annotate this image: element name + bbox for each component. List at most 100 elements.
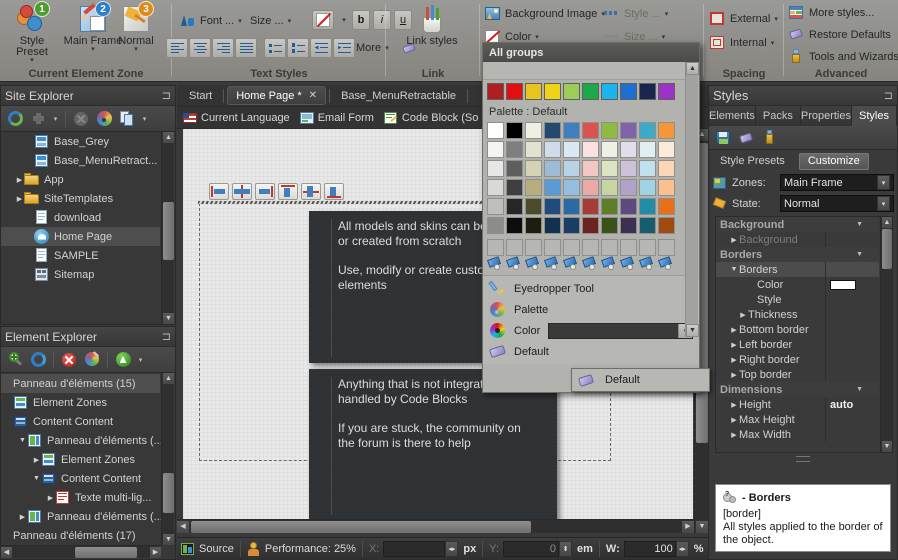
color-value-field[interactable]: ▾: [548, 323, 693, 339]
align-justify-button[interactable]: [235, 38, 257, 58]
dropdown-menu-item[interactable]: Palette▶: [483, 299, 699, 320]
style-property-row[interactable]: Color: [716, 277, 879, 292]
dropdown-vscrollbar[interactable]: ▲ ▼: [685, 62, 698, 337]
palette-color-swatch[interactable]: [487, 179, 504, 196]
font-selector[interactable]: Font ... ▾: [180, 12, 242, 30]
style-property-value[interactable]: [825, 307, 879, 322]
chevron-down-icon[interactable]: ▾: [136, 350, 145, 370]
style-paint-icon[interactable]: [759, 128, 779, 148]
palette-color-swatch[interactable]: [658, 198, 675, 215]
palette-color-swatch[interactable]: [563, 122, 580, 139]
expand-twisty-icon[interactable]: ▶: [15, 195, 24, 203]
pin-icon[interactable]: ⊐: [162, 89, 171, 102]
style-property-value[interactable]: [825, 352, 879, 367]
expand-twisty-icon[interactable]: ▶: [46, 494, 55, 502]
align-center-button[interactable]: [189, 38, 211, 58]
style-property-group[interactable]: Dimensions▼: [716, 382, 879, 397]
color-picker-slot-icon[interactable]: [601, 257, 618, 272]
group-color-swatch[interactable]: [582, 83, 599, 100]
palette-color-swatch[interactable]: [658, 179, 675, 196]
scroll-down-arrow[interactable]: ▼: [163, 534, 174, 545]
palette-color-swatch[interactable]: [620, 160, 637, 177]
anchor-left-icon[interactable]: [209, 183, 229, 200]
palette-color-swatch[interactable]: [620, 179, 637, 196]
scroll-thumb[interactable]: [882, 229, 892, 269]
chevron-down-icon[interactable]: ▾: [288, 17, 292, 25]
color-picker-slot-icon[interactable]: [506, 257, 523, 272]
style-properties-list[interactable]: Background▼▶BackgroundBorders▼▼BordersCo…: [715, 216, 893, 453]
w-stepper[interactable]: ◂▸: [676, 541, 689, 557]
site-explorer-item[interactable]: Home Page: [1, 227, 160, 246]
color-picker-slot-icon[interactable]: [620, 257, 637, 272]
border-color-swatch[interactable]: [830, 280, 856, 290]
style-property-row[interactable]: Style: [716, 292, 879, 307]
palette-color-swatch[interactable]: [563, 160, 580, 177]
site-explorer-item[interactable]: ▶SiteTemplates: [1, 189, 160, 208]
anchor-top-icon[interactable]: [278, 183, 298, 200]
style-preset-button[interactable]: 1 Style Preset ▾: [4, 2, 60, 64]
scroll-thumb[interactable]: [75, 547, 137, 558]
eraser-style-icon[interactable]: [736, 128, 756, 148]
group-color-swatch[interactable]: [544, 83, 561, 100]
palette-color-swatch[interactable]: [525, 141, 542, 158]
scroll-right-arrow[interactable]: ▶: [150, 547, 161, 558]
style-property-value[interactable]: [825, 412, 879, 427]
empty-color-slot[interactable]: [639, 239, 656, 256]
palette-icon[interactable]: [94, 109, 114, 129]
styles-panel-tab[interactable]: Packs: [756, 106, 801, 126]
default-option-tooltip[interactable]: Default: [571, 368, 710, 392]
style-property-row[interactable]: ▶Left border: [716, 337, 879, 352]
style-property-row[interactable]: ▼Borders: [716, 262, 879, 277]
y-coordinate-field[interactable]: Y: 0 ⬍ em: [489, 541, 593, 557]
group-color-swatch[interactable]: [525, 83, 542, 100]
palette-color-swatch[interactable]: [601, 179, 618, 196]
delete-page-icon[interactable]: [71, 109, 91, 129]
palette-color-swatch[interactable]: [544, 179, 561, 196]
external-spacing-button[interactable]: External ▾: [710, 10, 778, 28]
collapse-arrow-icon[interactable]: ▼: [856, 386, 863, 393]
palette-color-swatch[interactable]: [639, 141, 656, 158]
chevron-down-icon[interactable]: ▾: [774, 15, 778, 23]
chevron-down-icon[interactable]: ▾: [4, 58, 60, 64]
site-explorer-vscrollbar[interactable]: ▲ ▼: [161, 132, 174, 324]
empty-color-slot[interactable]: [658, 239, 675, 256]
element-explorer-item[interactable]: Panneau d'éléments (15): [1, 374, 160, 393]
chevron-down-icon[interactable]: ▾: [535, 33, 539, 41]
scroll-up-arrow[interactable]: ▲: [686, 62, 699, 75]
palette-color-swatch[interactable]: [620, 141, 637, 158]
document-tab[interactable]: Home Page *✕: [227, 86, 326, 105]
expand-twisty-icon[interactable]: ▼: [729, 266, 739, 273]
group-color-swatch[interactable]: [506, 83, 523, 100]
dropdown-menu-item[interactable]: Default: [483, 341, 699, 362]
palette-color-swatch[interactable]: [582, 160, 599, 177]
styles-panel-tab[interactable]: Styles: [852, 106, 897, 126]
background-image-button[interactable]: Background Image ▾: [485, 5, 605, 23]
style-property-row[interactable]: ▶Right border: [716, 352, 879, 367]
tools-wizards-button[interactable]: Tools and Wizards ▾: [789, 48, 898, 66]
document-tab[interactable]: Start: [181, 86, 220, 105]
style-property-value[interactable]: [825, 262, 879, 277]
color-picker-slot-icon[interactable]: [487, 257, 504, 272]
refresh-icon[interactable]: [5, 109, 25, 129]
site-explorer-tree[interactable]: Base_GreyBase_MenuRetract...▶App▶SiteTem…: [1, 132, 175, 324]
splitter-gripper[interactable]: [709, 453, 897, 464]
canvas-hscrollbar[interactable]: ◀ ▶: [177, 519, 694, 533]
palette-color-swatch[interactable]: [506, 179, 523, 196]
move-up-icon[interactable]: [113, 350, 133, 370]
element-shortcut[interactable]: Current Language: [183, 111, 290, 125]
text-color-dropdown[interactable]: ▾: [336, 10, 348, 30]
scroll-thumb[interactable]: [191, 521, 531, 533]
expand-twisty-icon[interactable]: ▶: [738, 311, 748, 319]
palette-color-swatch[interactable]: [563, 179, 580, 196]
color-picker-slot-icon[interactable]: [639, 257, 656, 272]
palette-color-swatch[interactable]: [582, 141, 599, 158]
palette-color-swatch[interactable]: [506, 122, 523, 139]
palette-color-swatch[interactable]: [506, 217, 523, 234]
palette-color-swatch[interactable]: [639, 179, 656, 196]
site-explorer-item[interactable]: Base_MenuRetract...: [1, 151, 160, 170]
x-stepper[interactable]: ◂▸: [445, 541, 458, 557]
palette-color-swatch[interactable]: [525, 160, 542, 177]
source-view-button[interactable]: Source: [181, 542, 234, 556]
style-property-value[interactable]: auto: [825, 397, 879, 412]
dropdown-menu-item[interactable]: Color▾: [483, 320, 699, 341]
